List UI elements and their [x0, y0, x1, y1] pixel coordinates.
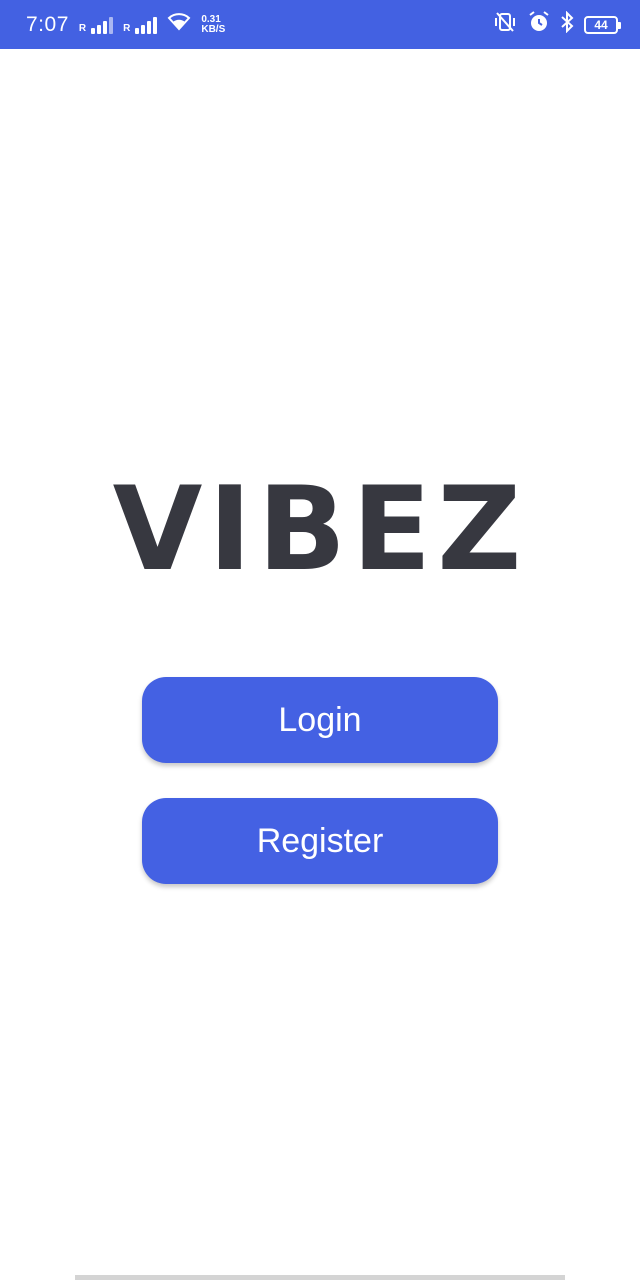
login-button[interactable]: Login: [142, 677, 498, 763]
nav-hint-bar: [75, 1275, 565, 1280]
signal-1-icon: R: [78, 16, 114, 34]
app-logo-title: VIBEZ: [112, 462, 528, 597]
status-bar: 7:07 R R 0.31 KB/S 44: [0, 0, 640, 49]
signal-2-icon: R: [123, 16, 158, 34]
alarm-icon: [528, 11, 550, 38]
network-speed: 0.31 KB/S: [201, 13, 226, 35]
vibrate-icon: [492, 12, 518, 37]
register-button[interactable]: Register: [142, 798, 498, 884]
signal-1-roaming-label: R: [78, 22, 87, 34]
network-speed-value: 0.31: [201, 13, 221, 25]
status-right: 44: [492, 10, 621, 38]
wifi-icon: [167, 13, 191, 36]
battery-icon: 44: [584, 15, 621, 34]
status-left: 7:07 R R 0.31 KB/S: [26, 13, 225, 37]
signal-2-roaming-label: R: [123, 22, 131, 34]
network-speed-unit: KB/S: [201, 23, 226, 35]
battery-level: 44: [594, 17, 608, 32]
status-time: 7:07: [26, 12, 69, 36]
bluetooth-icon: [560, 10, 574, 38]
